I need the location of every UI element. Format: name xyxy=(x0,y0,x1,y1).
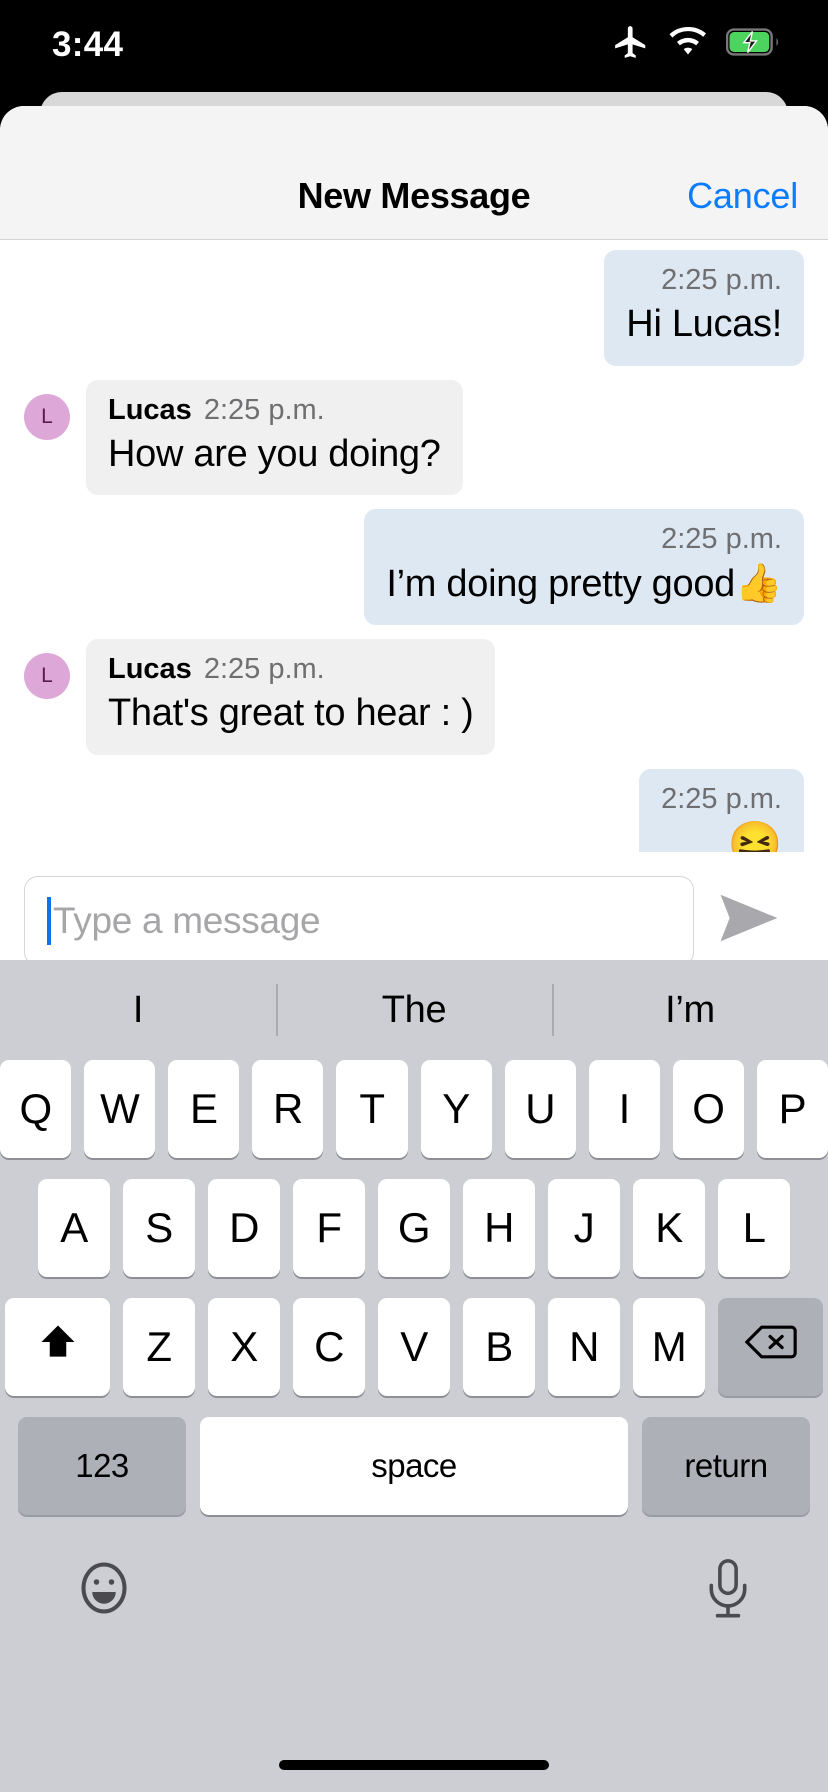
message-text: Hi Lucas! xyxy=(626,303,782,346)
key-p[interactable]: P xyxy=(756,1060,828,1158)
airplane-mode-icon xyxy=(612,23,650,66)
message-row: L Lucas 2:25 p.m. How are you doing? xyxy=(0,379,828,496)
key-o[interactable]: O xyxy=(672,1060,744,1158)
wifi-icon xyxy=(668,26,708,62)
message-row: 2:25 p.m. I’m doing pretty good👍 xyxy=(0,509,828,626)
key-s[interactable]: S xyxy=(123,1179,195,1277)
message-bubble-outgoing[interactable]: 2:25 p.m. I’m doing pretty good👍 xyxy=(364,509,804,626)
message-bubble-incoming[interactable]: Lucas 2:25 p.m. How are you doing? xyxy=(86,379,463,496)
key-q[interactable]: Q xyxy=(0,1060,72,1158)
on-screen-keyboard: I The I’m Q W E R T Y U I O P A S D F G … xyxy=(0,960,828,1792)
key-t[interactable]: T xyxy=(336,1060,408,1158)
suggestion-item[interactable]: The xyxy=(276,989,552,1032)
message-bubble-incoming[interactable]: Lucas 2:25 p.m. That's great to hear : ) xyxy=(86,639,496,755)
key-v[interactable]: V xyxy=(378,1298,450,1396)
keyboard-row-4: 123 space return xyxy=(0,1417,828,1515)
shift-arrow-icon xyxy=(36,1320,80,1374)
key-l[interactable]: L xyxy=(718,1179,790,1277)
keyboard-row-3: Z X C V B N M xyxy=(0,1298,828,1396)
key-w[interactable]: W xyxy=(84,1060,156,1158)
key-u[interactable]: U xyxy=(504,1060,576,1158)
message-row: 2:25 p.m. Hi Lucas! xyxy=(0,250,828,366)
message-input-placeholder: Type a message xyxy=(53,899,321,941)
battery-charging-icon xyxy=(725,27,780,61)
suggestion-item[interactable]: I’m xyxy=(552,989,828,1032)
microphone-icon[interactable] xyxy=(702,1558,754,1625)
key-d[interactable]: D xyxy=(208,1179,280,1277)
message-timestamp: 2:25 p.m. xyxy=(661,782,782,815)
home-indicator xyxy=(279,1760,549,1770)
status-time: 3:44 xyxy=(52,24,124,64)
page-title: New Message xyxy=(297,175,531,216)
new-message-sheet: New Message Cancel 2:25 p.m. Hi Lucas! L… xyxy=(0,106,828,1792)
key-g[interactable]: G xyxy=(378,1179,450,1277)
key-n[interactable]: N xyxy=(548,1298,620,1396)
status-bar: 3:44 xyxy=(0,0,828,88)
message-timestamp: 2:25 p.m. xyxy=(203,393,325,426)
message-sender: Lucas xyxy=(108,653,192,686)
key-b[interactable]: B xyxy=(463,1298,535,1396)
message-text: I’m doing pretty good👍 xyxy=(386,562,782,605)
avatar: L xyxy=(24,393,70,440)
sheet-navigation-bar: New Message Cancel xyxy=(0,106,828,240)
key-c[interactable]: C xyxy=(293,1298,365,1396)
message-timestamp: 2:25 p.m. xyxy=(661,523,782,556)
keyboard-row-2: A S D F G H J K L xyxy=(0,1179,828,1277)
avatar: L xyxy=(24,653,70,700)
key-m[interactable]: M xyxy=(633,1298,705,1396)
message-input-field[interactable]: Type a message xyxy=(24,875,694,966)
send-button[interactable] xyxy=(694,892,804,949)
predictive-suggestion-bar: I The I’m xyxy=(0,960,828,1060)
send-arrow-icon xyxy=(718,892,780,949)
text-caret xyxy=(47,896,51,945)
key-h[interactable]: H xyxy=(463,1179,535,1277)
emoji-smiley-icon[interactable] xyxy=(74,1558,134,1623)
key-z[interactable]: Z xyxy=(123,1298,195,1396)
phone-screen: 3:44 New Message Cancel 2:25 p.m. Hi Luc… xyxy=(0,0,828,1792)
key-r[interactable]: R xyxy=(252,1060,324,1158)
key-i[interactable]: I xyxy=(588,1060,660,1158)
space-key[interactable]: space xyxy=(200,1417,628,1515)
message-timestamp: 2:25 p.m. xyxy=(203,653,325,686)
key-a[interactable]: A xyxy=(38,1179,110,1277)
message-bubble-outgoing[interactable]: 2:25 p.m. Hi Lucas! xyxy=(604,250,804,366)
return-key[interactable]: return xyxy=(642,1417,810,1515)
keyboard-row-1: Q W E R T Y U I O P xyxy=(0,1060,828,1158)
suggestion-item[interactable]: I xyxy=(0,989,276,1032)
cancel-button[interactable]: Cancel xyxy=(687,175,798,217)
shift-key[interactable] xyxy=(5,1298,110,1396)
message-sender: Lucas xyxy=(108,393,192,426)
key-y[interactable]: Y xyxy=(420,1060,492,1158)
message-text: That's great to hear : ) xyxy=(108,692,474,735)
message-meta: Lucas 2:25 p.m. xyxy=(108,394,441,427)
backspace-icon xyxy=(744,1322,797,1372)
key-j[interactable]: J xyxy=(548,1179,620,1277)
numeric-mode-key[interactable]: 123 xyxy=(18,1417,186,1515)
backspace-key[interactable] xyxy=(718,1298,823,1396)
key-k[interactable]: K xyxy=(633,1179,705,1277)
message-meta: Lucas 2:25 p.m. xyxy=(108,653,473,686)
message-row: L Lucas 2:25 p.m. That's great to hear : … xyxy=(0,639,828,755)
message-text: How are you doing? xyxy=(108,433,441,476)
key-e[interactable]: E xyxy=(168,1060,240,1158)
keyboard-bottom-bar xyxy=(0,1536,828,1686)
message-timestamp: 2:25 p.m. xyxy=(661,264,782,296)
key-f[interactable]: F xyxy=(293,1179,365,1277)
status-icon-group xyxy=(612,23,780,66)
key-x[interactable]: X xyxy=(208,1298,280,1396)
conversation-list[interactable]: 2:25 p.m. Hi Lucas! L Lucas 2:25 p.m. How… xyxy=(0,240,828,889)
